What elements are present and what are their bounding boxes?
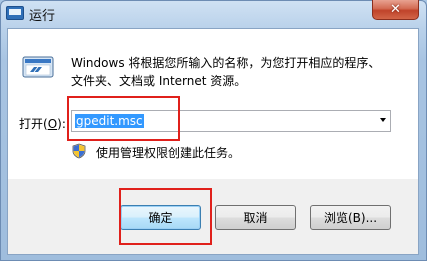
- description-line-1: Windows 将根据您所输入的名称，为您打开相应的程序、: [71, 56, 381, 70]
- dropdown-arrow-icon[interactable]: [380, 118, 386, 122]
- open-label-suffix: ):: [57, 117, 66, 131]
- close-button[interactable]: ✕: [372, 0, 419, 20]
- browse-button[interactable]: 浏览(B)...: [310, 205, 391, 230]
- run-program-icon: [22, 56, 54, 78]
- description-line-2: 文件夹、文档或 Internet 资源。: [71, 74, 247, 88]
- description-text: Windows 将根据您所输入的名称，为您打开相应的程序、 文件夹、文档或 In…: [71, 54, 401, 90]
- admin-privilege-note: 使用管理权限创建此任务。: [96, 146, 241, 160]
- cancel-button[interactable]: 取消: [215, 205, 296, 230]
- run-app-icon: [6, 6, 24, 20]
- highlight-box-ok: [119, 188, 212, 245]
- highlight-box-input: [67, 96, 180, 141]
- open-label: 打开(O):: [19, 115, 66, 132]
- window-title: 运行: [29, 9, 56, 24]
- open-label-prefix: 打开(: [19, 117, 48, 131]
- open-label-accelerator: O: [47, 117, 58, 131]
- uac-shield-icon: [72, 143, 86, 159]
